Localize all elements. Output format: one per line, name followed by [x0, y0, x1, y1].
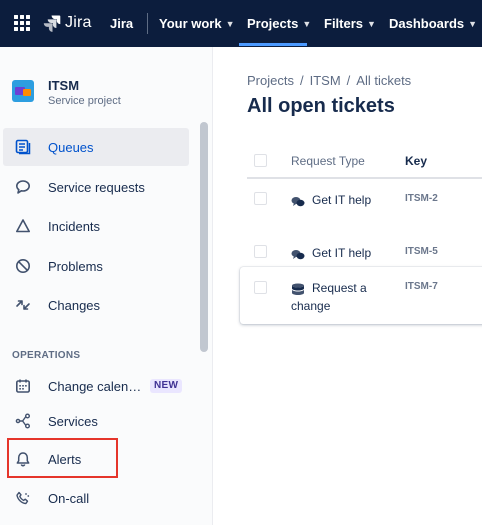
request-type-cell-continued[interactable]: change — [291, 299, 330, 313]
issue-key-cell[interactable]: ITSM-2 — [405, 193, 438, 204]
chevron-down-icon: ▼ — [225, 18, 235, 29]
issue-key-cell[interactable]: ITSM-7 — [405, 281, 438, 292]
nav-your-work[interactable]: Your work ▼ — [159, 0, 235, 47]
main-content: Projects / ITSM / All tickets All open ticke… — [214, 47, 482, 525]
sidebar-item-on-call[interactable]: On-call — [3, 479, 189, 517]
nav-filters[interactable]: Filters ▼ — [324, 0, 376, 47]
project-name[interactable]: ITSM — [48, 78, 79, 93]
bell-icon — [15, 451, 31, 467]
jira-logo-icon — [43, 15, 61, 32]
app-switcher-icon[interactable] — [13, 14, 31, 32]
breadcrumb-itsm[interactable]: ITSM — [310, 73, 341, 88]
nav-separator — [147, 13, 148, 34]
project-sidebar: ITSM Service project Queues Service requ… — [0, 47, 213, 525]
new-badge: NEW — [150, 379, 183, 393]
sidebar-item-label: Service requests — [48, 179, 145, 195]
column-header-key[interactable]: Key — [405, 154, 427, 168]
product-name: Jira — [65, 14, 92, 31]
changes-icon — [15, 297, 31, 313]
nav-dashboards[interactable]: Dashboards ▼ — [389, 0, 477, 47]
sidebar-item-problems[interactable]: Problems — [3, 247, 189, 285]
nav-projects[interactable]: Projects ▼ — [247, 0, 311, 47]
database-icon — [291, 283, 305, 295]
sidebar-item-label: On-call — [48, 490, 90, 506]
active-nav-indicator — [239, 43, 307, 46]
nav-jira[interactable]: Jira — [110, 0, 133, 47]
on-call-icon — [15, 490, 31, 506]
sidebar-item-services[interactable]: Services — [3, 402, 189, 440]
sidebar-item-label: Changes — [48, 297, 101, 313]
request-type-cell[interactable]: Get IT help — [312, 246, 371, 260]
sidebar-item-label: Alerts — [48, 451, 82, 467]
problem-icon — [15, 258, 31, 274]
calendar-icon — [15, 378, 31, 394]
column-header-request-type[interactable]: Request Type — [291, 154, 365, 168]
warning-triangle-icon — [15, 218, 31, 234]
row-checkbox[interactable] — [254, 281, 267, 294]
issue-key-cell[interactable]: ITSM-5 — [405, 246, 438, 257]
request-type-cell[interactable]: Request a — [312, 281, 367, 295]
table-header-divider — [247, 177, 482, 179]
page-title: All open tickets — [247, 95, 395, 117]
sidebar-item-alerts[interactable]: Alerts — [3, 440, 189, 478]
services-icon — [15, 413, 31, 429]
sidebar-item-queues[interactable]: Queues — [3, 128, 189, 166]
sidebar-item-label: Incidents — [48, 218, 101, 234]
nav-projects-label: Projects — [247, 16, 299, 31]
sidebar-item-incidents[interactable]: Incidents — [3, 207, 189, 245]
sidebar-item-service-requests[interactable]: Service requests — [3, 168, 189, 206]
chat-bubbles-icon — [291, 248, 305, 260]
sidebar-item-label: Queues — [48, 139, 94, 155]
project-avatar-icon — [12, 80, 34, 102]
sidebar-scrollbar[interactable] — [200, 122, 208, 352]
sidebar-item-change-calendar[interactable]: Change calen… NEW — [3, 367, 189, 405]
table-row[interactable]: Request a change ITSM-7 — [240, 267, 482, 324]
jira-logo[interactable]: Jira — [43, 13, 92, 33]
request-type-cell[interactable]: Get IT help — [312, 193, 371, 207]
chat-bubbles-icon — [291, 195, 305, 207]
chevron-down-icon: ▼ — [302, 18, 312, 29]
nav-dashboards-label: Dashboards — [389, 16, 465, 31]
queues-icon — [15, 139, 31, 155]
chat-icon — [15, 179, 31, 195]
project-type: Service project — [48, 95, 121, 107]
breadcrumb: Projects / ITSM / All tickets — [247, 73, 412, 88]
section-title-operations: OPERATIONS — [12, 350, 81, 361]
sidebar-item-label: Change calen… — [48, 378, 142, 394]
row-checkbox[interactable] — [254, 245, 267, 258]
select-all-checkbox[interactable] — [254, 154, 267, 167]
breadcrumb-projects[interactable]: Projects — [247, 73, 294, 88]
chevron-down-icon: ▼ — [367, 18, 376, 29]
chevron-down-icon: ▼ — [468, 18, 478, 29]
row-checkbox[interactable] — [254, 192, 267, 205]
top-navigation: Jira Jira Your work ▼ Projects ▼ Filters… — [0, 0, 482, 47]
nav-your-work-label: Your work — [159, 16, 222, 31]
sidebar-item-label: Problems — [48, 258, 103, 274]
project-avatar[interactable] — [12, 78, 34, 102]
nav-filters-label: Filters — [324, 16, 364, 31]
nav-jira-label: Jira — [110, 16, 134, 31]
sidebar-item-label: Services — [48, 413, 98, 429]
breadcrumb-all-tickets[interactable]: All tickets — [356, 73, 411, 88]
sidebar-item-changes[interactable]: Changes — [3, 286, 189, 324]
